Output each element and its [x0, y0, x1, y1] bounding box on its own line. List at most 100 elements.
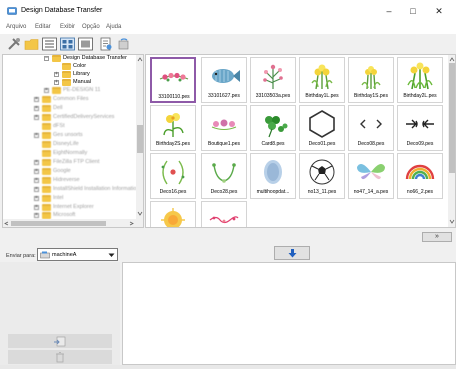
menu-edit[interactable]: Editar [35, 24, 51, 30]
embroidery-preview [209, 216, 239, 224]
scroll-thumb[interactable] [137, 125, 143, 153]
minimize-button[interactable]: – [378, 2, 400, 20]
design-filename: Birthday2L.pes [403, 93, 437, 99]
design-tile[interactable]: Birthday1L.pes [299, 57, 345, 103]
design-filename: Deco01.pes [308, 141, 336, 147]
design-tile[interactable]: Deco09.pes [397, 105, 443, 151]
design-filename: no13_11.pes [307, 189, 337, 195]
design-filename: no66_2.pes [406, 189, 434, 195]
design-tile[interactable]: Birthday1S.pes [348, 57, 394, 103]
design-thumbnail-grid[interactable]: 33100110.pes 33101627.pes 33103503a.pes … [145, 54, 456, 228]
list-view-icon[interactable] [42, 37, 57, 51]
embroidery-preview [309, 159, 335, 185]
embroidery-preview [211, 119, 237, 130]
scroll-right-icon[interactable] [129, 221, 134, 226]
scroll-left-icon[interactable] [4, 221, 9, 226]
embroidery-preview [264, 160, 282, 184]
large-thumbnail-view-icon[interactable] [78, 37, 93, 51]
database-transfer-icon [7, 7, 17, 15]
scroll-thumb[interactable] [449, 63, 455, 173]
folder-icon [62, 79, 71, 86]
design-tile[interactable]: Birthday2L.pes [397, 57, 443, 103]
chevron-double-down-icon: » [435, 233, 439, 240]
grid-vertical-scrollbar[interactable] [448, 55, 455, 227]
design-tile[interactable] [201, 201, 247, 227]
embroidery-preview [212, 69, 240, 83]
expand-icon[interactable]: + [54, 72, 59, 77]
design-tile[interactable]: 33103503a.pes [250, 57, 296, 103]
transfer-actions-pane [0, 262, 120, 369]
thumbnail-view-icon[interactable] [60, 37, 75, 51]
collapse-icon[interactable]: – [44, 56, 49, 61]
menu-file[interactable]: Arquivo [6, 24, 26, 30]
folder-tree[interactable]: – Design Database Transfer Color + Libra… [2, 54, 144, 228]
design-filename: multihoopdat... [256, 189, 290, 195]
folder-icon[interactable] [24, 37, 39, 51]
expand-icon[interactable]: + [54, 80, 59, 85]
design-filename: no47_14_a.pes [353, 189, 389, 195]
embroidery-preview [263, 64, 283, 89]
title-bar: Design Database Transfer – □ ✕ [0, 0, 456, 22]
send-to-label: Enviar para: [6, 253, 36, 259]
design-tile[interactable]: Deco16.pes [150, 153, 196, 199]
embroidery-preview [360, 119, 382, 129]
design-tile[interactable]: Deco01.pes [299, 105, 345, 151]
design-filename: Deco16.pes [159, 189, 187, 195]
window-title: Design Database Transfer [21, 7, 103, 14]
properties-icon[interactable] [98, 37, 113, 51]
send-queue-list[interactable] [122, 262, 456, 365]
design-tile[interactable]: Deco08.pes [348, 105, 394, 151]
embroidery-preview [311, 64, 333, 90]
collapse-button[interactable]: » [422, 232, 452, 242]
design-filename: Birthday1L.pes [305, 93, 339, 99]
delete-button[interactable] [8, 350, 112, 364]
scroll-thumb[interactable] [11, 221, 106, 226]
design-tile[interactable]: no47_14_a.pes [348, 153, 394, 199]
design-tile[interactable]: Boutique1.pes [201, 105, 247, 151]
design-tile[interactable]: Card8.pes [250, 105, 296, 151]
embroidery-preview [309, 110, 335, 138]
design-filename: Deco28.pes [210, 189, 238, 195]
delete-icon [56, 352, 64, 363]
design-filename: Boutique1.pes [208, 141, 240, 147]
tree-vertical-scrollbar[interactable] [136, 55, 143, 219]
tree-horizontal-scrollbar[interactable] [3, 219, 143, 227]
menu-view[interactable]: Exibir [60, 24, 75, 30]
design-tile[interactable]: no13_11.pes [299, 153, 345, 199]
machine-icon [40, 251, 50, 259]
maximize-button[interactable]: □ [402, 2, 424, 20]
refresh-icon[interactable] [116, 37, 131, 51]
embroidery-preview [163, 113, 184, 137]
scroll-up-icon[interactable] [137, 57, 143, 62]
transfer-button[interactable] [274, 246, 310, 260]
design-tile[interactable] [150, 201, 196, 227]
design-tile[interactable]: 33100110.pes [150, 57, 196, 103]
embroidery-preview [361, 66, 381, 90]
status-bar [0, 365, 456, 369]
design-filename: 33103503a.pes [255, 93, 291, 99]
embroidery-preview [407, 62, 433, 90]
design-filename: 33101627.pes [208, 93, 240, 99]
design-filename: Deco09.pes [406, 141, 434, 147]
scroll-up-icon[interactable] [449, 57, 455, 62]
design-filename: Birthday1S.pes [354, 93, 388, 99]
menu-options[interactable]: Opção [82, 24, 100, 30]
close-button[interactable]: ✕ [428, 2, 450, 20]
menu-help[interactable]: Ajuda [106, 24, 121, 30]
embroidery-preview [212, 163, 236, 183]
send-to-card-button[interactable] [8, 334, 112, 348]
embroidery-preview [357, 163, 385, 180]
design-tile[interactable]: no66_2.pes [397, 153, 443, 199]
embroidery-preview [405, 164, 435, 180]
design-filename: Birthday2S.pes [156, 141, 190, 147]
design-tile[interactable]: 33101627.pes [201, 57, 247, 103]
design-tile[interactable]: multihoopdat... [250, 153, 296, 199]
tools-icon[interactable] [7, 37, 22, 51]
embroidery-preview [161, 208, 185, 227]
scroll-down-icon[interactable] [137, 211, 143, 216]
folder-icon [62, 71, 71, 78]
scroll-down-icon[interactable] [449, 219, 455, 224]
design-tile[interactable]: Deco28.pes [201, 153, 247, 199]
destination-select[interactable]: machineA [37, 248, 118, 261]
design-tile[interactable]: Birthday2S.pes [150, 105, 196, 151]
